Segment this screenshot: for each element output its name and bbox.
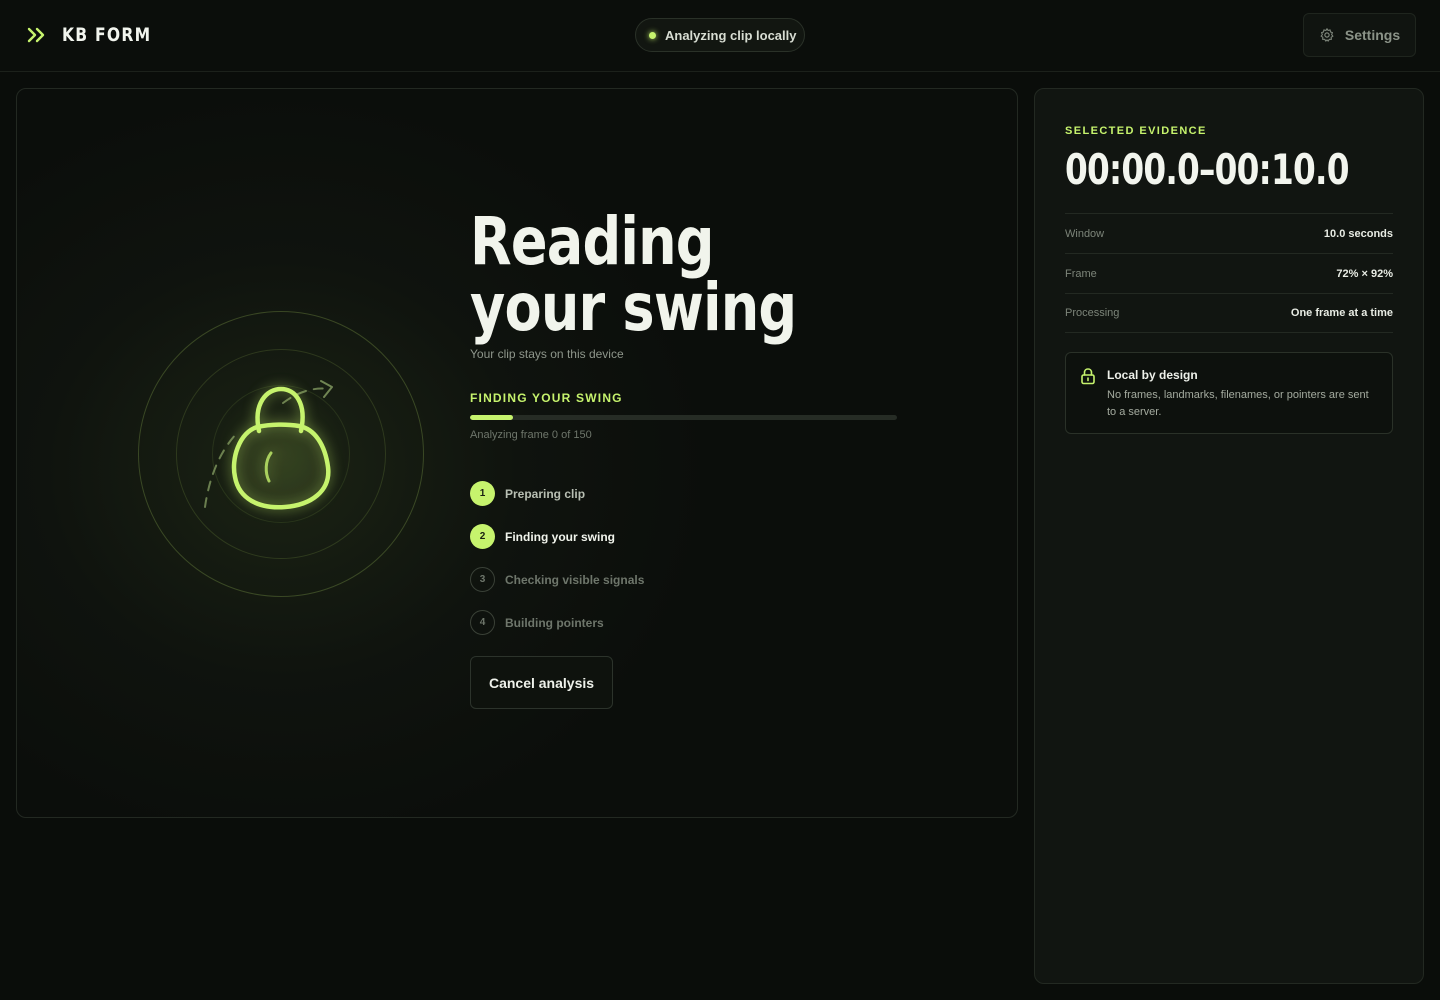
meta-value: 72% × 92% [1336, 267, 1393, 280]
settings-button[interactable]: Settings [1303, 13, 1416, 57]
step-number: 3 [470, 567, 495, 592]
meta-key: Processing [1065, 307, 1120, 319]
step-label: Checking visible signals [505, 572, 645, 587]
frame-counter: Analyzing frame 0 of 150 [470, 429, 592, 441]
meta-key: Window [1065, 227, 1105, 240]
step-label: Finding your swing [505, 529, 615, 544]
step-number: 2 [470, 524, 495, 549]
step-number: 1 [470, 481, 495, 506]
privacy-title: Local by design [1107, 368, 1198, 382]
kettlebell-icon [204, 380, 333, 510]
meta-row-frame: Frame 72% × 92% [1065, 253, 1393, 293]
brand-name: KB FORM [62, 24, 152, 46]
meta-value: One frame at a time [1290, 307, 1393, 319]
meta-value: 10.0 seconds [1323, 227, 1393, 240]
app-header: KB FORM Analyzing clip locally Settings [0, 0, 1440, 72]
cancel-analysis-button[interactable]: Cancel analysis [470, 656, 613, 709]
step-label: Building pointers [505, 615, 604, 630]
evidence-panel: SELECTED EVIDENCE 00:00.0–00:10.0 Window… [1034, 88, 1424, 984]
step-item: 3 Checking visible signals [470, 558, 644, 601]
settings-label: Settings [1344, 27, 1401, 43]
privacy-notice: Local by design No frames, landmarks, fi… [1065, 352, 1393, 434]
meta-row-processing: Processing One frame at a time [1065, 293, 1393, 333]
meta-row-window: Window 10.0 seconds [1065, 213, 1393, 253]
step-label: Preparing clip [505, 486, 586, 501]
status-text: Analyzing clip locally [665, 27, 797, 43]
step-item: 4 Building pointers [470, 601, 644, 644]
step-item: 1 Preparing clip [470, 472, 644, 515]
page-title: Reading your swing [470, 203, 797, 346]
gear-icon [1320, 28, 1334, 42]
meta-key: Frame [1065, 267, 1097, 280]
step-list: 1 Preparing clip 2 Finding your swing 3 … [470, 472, 644, 644]
evidence-label: SELECTED EVIDENCE [1065, 125, 1207, 137]
progress-bar [470, 415, 897, 420]
phase-label: FINDING YOUR SWING [470, 391, 623, 405]
step-item: 2 Finding your swing [470, 515, 644, 558]
lock-icon [1081, 368, 1095, 385]
brand[interactable]: KB FORM [26, 24, 171, 46]
status-pill: Analyzing clip locally [635, 18, 805, 52]
progress-fill [470, 415, 513, 420]
privacy-body: No frames, landmarks, filenames, or poin… [1107, 389, 1369, 418]
status-dot [649, 31, 656, 39]
page-subtitle: Your clip stays on this device [470, 347, 624, 361]
evidence-meta: Window 10.0 seconds Frame 72% × 92% Proc… [1065, 213, 1393, 333]
analysis-panel: Reading your swing Your clip stays on th… [16, 88, 1018, 818]
step-number: 4 [470, 610, 495, 635]
evidence-range: 00:00.0–00:10.0 [1065, 145, 1350, 194]
chevrons-right-icon [27, 27, 45, 43]
